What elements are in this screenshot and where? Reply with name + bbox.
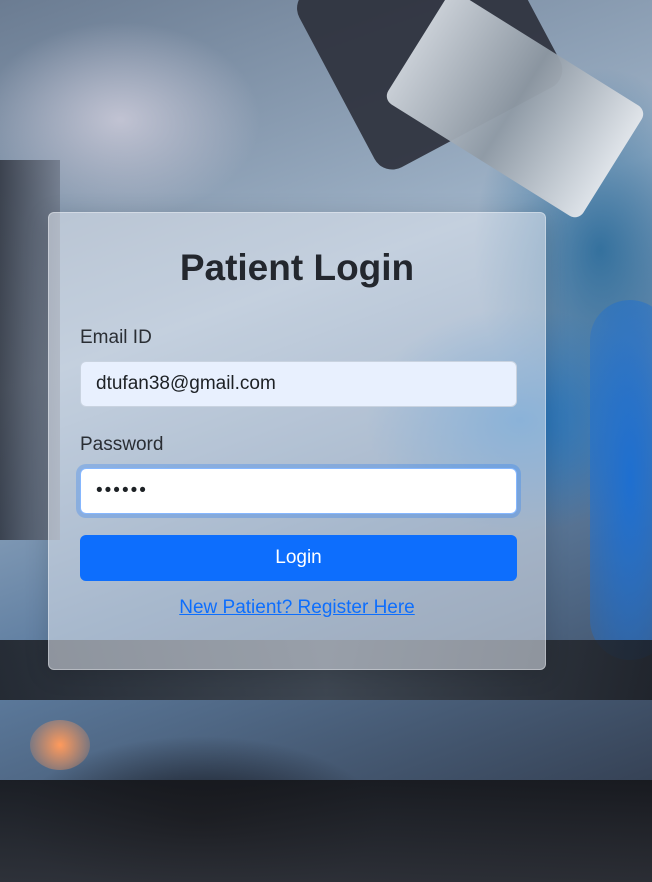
login-button[interactable]: Login	[80, 535, 517, 581]
password-label: Password	[80, 434, 164, 455]
background-light-spot	[30, 720, 90, 770]
page-title: Patient Login	[179, 247, 415, 288]
background-base	[0, 780, 652, 882]
email-field[interactable]	[80, 361, 517, 407]
register-link[interactable]: New Patient? Register Here	[49, 597, 545, 619]
background-gloved-hand	[590, 300, 652, 660]
email-label: Email ID	[80, 327, 152, 348]
login-card: Patient Login Email ID Password Login Ne…	[48, 212, 546, 670]
password-field[interactable]	[80, 468, 517, 514]
